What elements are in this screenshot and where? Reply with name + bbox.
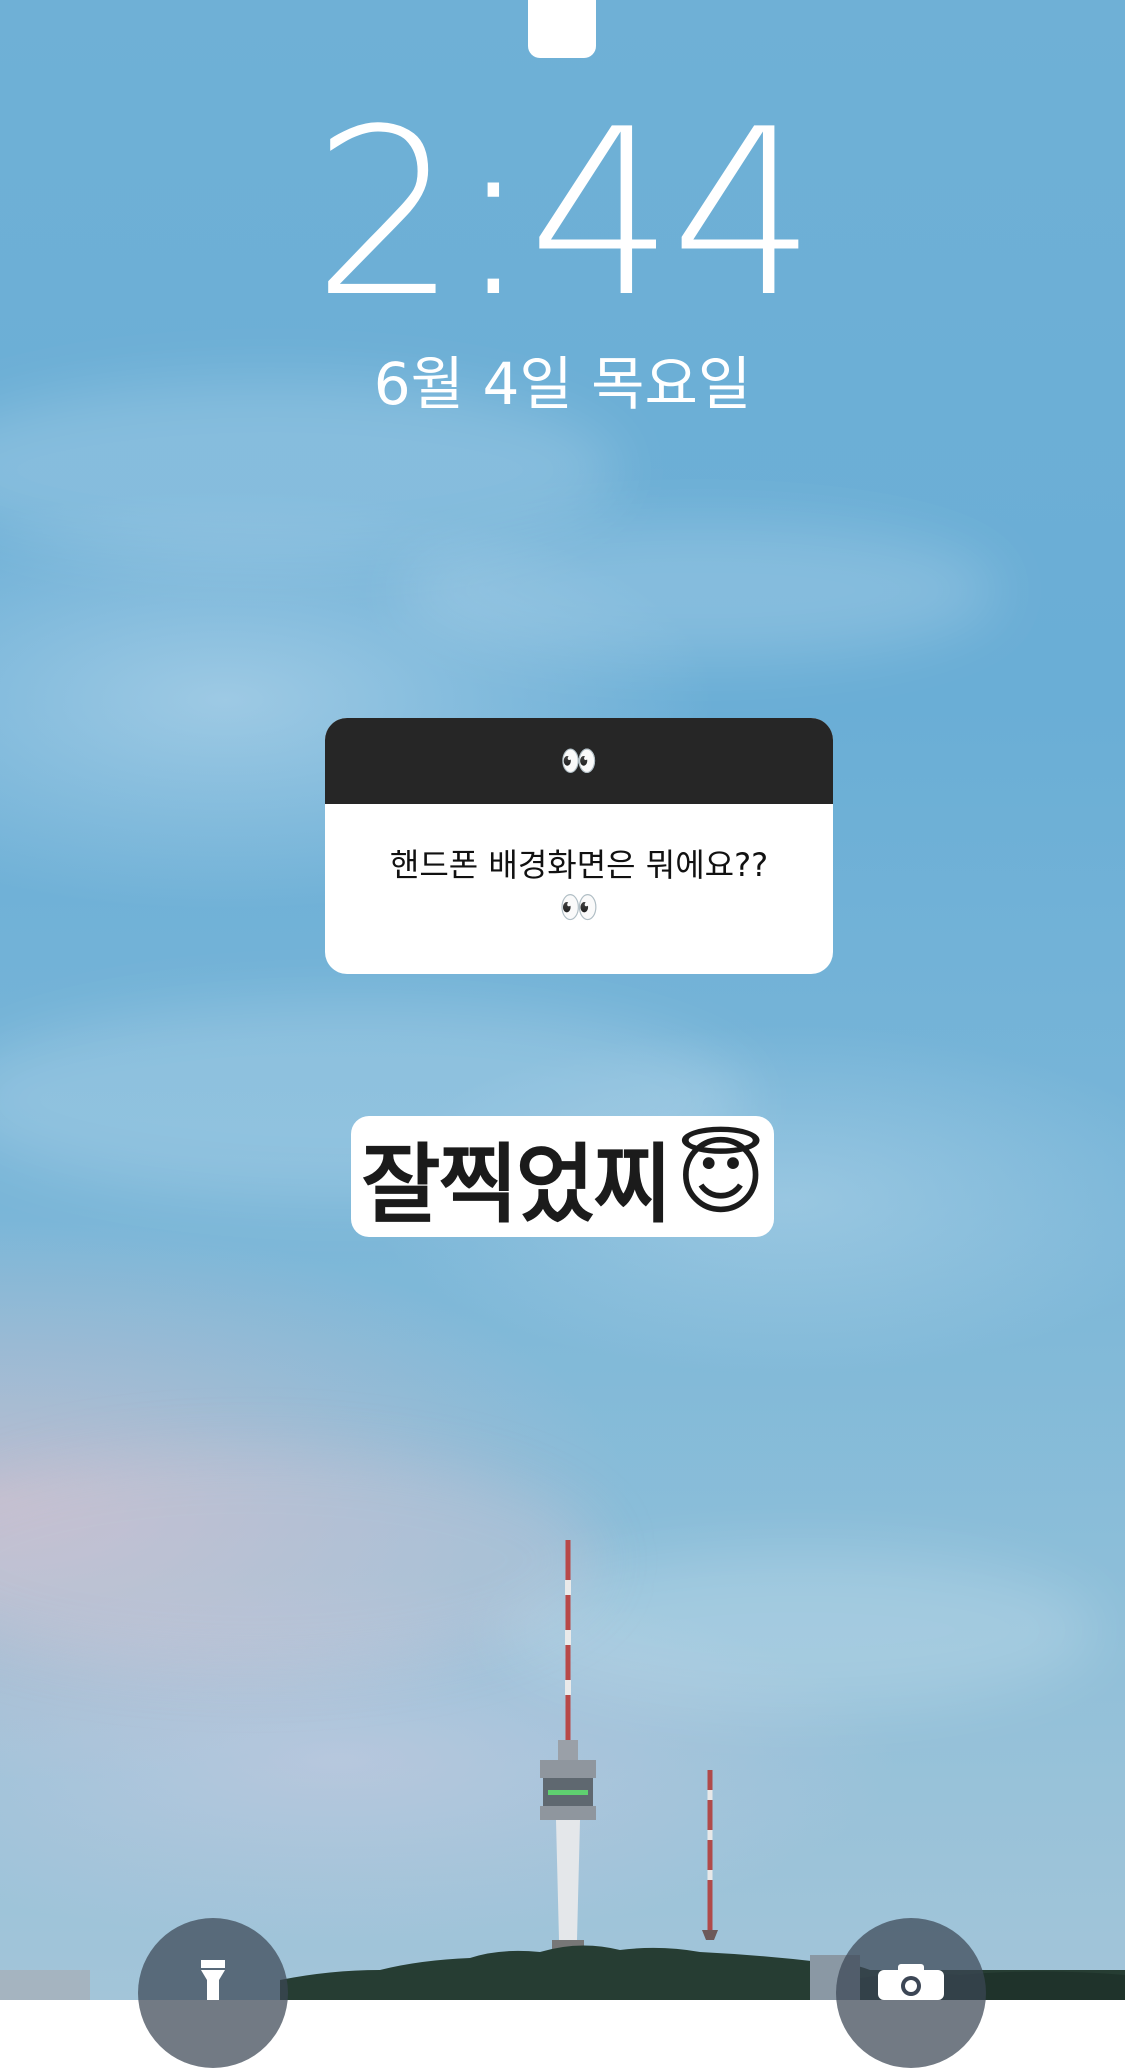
camera-icon <box>878 1964 944 2000</box>
question-eyes-emoji: 👀 <box>559 888 599 926</box>
eyes-emoji-icon: 👀 <box>560 743 598 779</box>
answer-text: 잘찍었찌 <box>361 1135 671 1235</box>
camera-button[interactable] <box>836 1918 986 2068</box>
answer-sticker: 잘찍었찌 😇 <box>351 1116 774 1237</box>
question-text: 핸드폰 배경화면은 뭐에요?? <box>389 846 769 884</box>
question-sticker: 👀 핸드폰 배경화면은 뭐에요?? 👀 <box>325 718 833 974</box>
flashlight-icon <box>201 1960 225 2000</box>
lock-indicator <box>528 0 596 58</box>
lock-screen-time: 2:44 <box>312 81 817 348</box>
question-sticker-body: 핸드폰 배경화면은 뭐에요?? 👀 <box>325 804 833 928</box>
lock-screen-date: 6월 4일 목요일 <box>373 350 752 418</box>
flashlight-button[interactable] <box>138 1918 288 2068</box>
namsan-tower-skyline <box>0 1540 1125 2000</box>
question-sticker-header: 👀 <box>325 718 833 804</box>
halo-smile-emoji-icon: 😇 <box>675 1126 766 1227</box>
